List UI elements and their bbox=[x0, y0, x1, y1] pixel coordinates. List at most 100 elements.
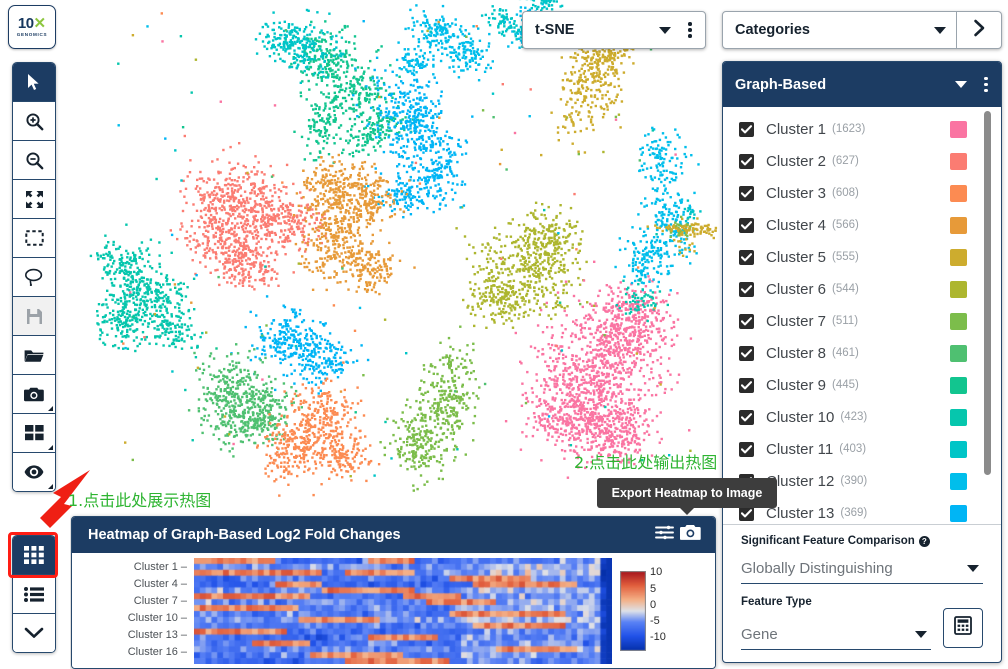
cluster-color-swatch[interactable] bbox=[950, 280, 967, 298]
cluster-list-item[interactable]: Cluster 7 (511) bbox=[723, 305, 1001, 337]
left-toolbar: 10✕ GENOMICS bbox=[0, 0, 70, 669]
significant-feature-comparison-select[interactable]: Globally Distinguishing bbox=[741, 553, 983, 584]
cluster-name: Cluster 7 bbox=[766, 312, 827, 330]
fit-screen-tool-button[interactable] bbox=[13, 180, 55, 219]
cluster-name: Cluster 13 bbox=[766, 504, 835, 522]
cluster-list-item[interactable]: Cluster 9 (445) bbox=[723, 369, 1001, 401]
cluster-color-swatch[interactable] bbox=[950, 248, 967, 266]
cluster-list-item[interactable]: Cluster 1 (1623) bbox=[723, 113, 1001, 145]
help-icon[interactable]: ? bbox=[918, 535, 930, 547]
expand-arrows-icon bbox=[25, 190, 44, 209]
grid-view-tool-button[interactable] bbox=[13, 536, 55, 575]
save-tool-button[interactable] bbox=[13, 297, 55, 336]
cluster-color-swatch[interactable] bbox=[950, 504, 967, 522]
chevron-down-icon[interactable] bbox=[659, 26, 671, 34]
cluster-color-swatch[interactable] bbox=[950, 376, 967, 394]
cluster-list[interactable]: Cluster 1 (1623) Cluster 2 (627) Cluster 3 (6… bbox=[723, 107, 1001, 524]
cluster-name: Cluster 5 bbox=[766, 248, 827, 266]
cluster-color-swatch[interactable] bbox=[950, 184, 967, 202]
cluster-color-swatch[interactable] bbox=[950, 312, 967, 330]
cluster-list-item[interactable]: Cluster 5 (555) bbox=[723, 241, 1001, 273]
cluster-checkbox[interactable] bbox=[739, 377, 754, 393]
heatmap-canvas[interactable] bbox=[194, 558, 612, 664]
cluster-checkbox[interactable] bbox=[739, 249, 754, 265]
list-view-tool-button[interactable] bbox=[13, 575, 55, 614]
projection-select[interactable]: t-SNE bbox=[522, 11, 706, 49]
cluster-list-item[interactable]: Cluster 2 (627) bbox=[723, 145, 1001, 177]
cluster-list-item[interactable]: Cluster 6 (544) bbox=[723, 273, 1001, 305]
zoom-in-tool-button[interactable] bbox=[13, 102, 55, 141]
cluster-panel-menu-button[interactable] bbox=[977, 76, 995, 93]
cluster-checkbox[interactable] bbox=[739, 217, 754, 233]
heatmap-body[interactable]: Cluster 1 – Cluster 4 – Cluster 7 – Cluster… bbox=[72, 553, 715, 668]
box-select-tool-button[interactable] bbox=[13, 219, 55, 258]
heatmap-settings-button[interactable] bbox=[651, 524, 677, 546]
cluster-count: (423) bbox=[840, 411, 868, 423]
cluster-checkbox[interactable] bbox=[739, 441, 754, 457]
cluster-color-swatch[interactable] bbox=[950, 472, 967, 490]
significant-feature-comparison-label: Significant Feature Comparison ? bbox=[741, 535, 983, 547]
cluster-color-swatch[interactable] bbox=[950, 344, 967, 362]
cluster-panel-header[interactable]: Graph-Based bbox=[723, 62, 1001, 107]
chevron-down-icon[interactable] bbox=[955, 81, 967, 88]
heatmap-colorbar bbox=[620, 571, 646, 651]
export-heatmap-button[interactable] bbox=[677, 524, 703, 546]
cluster-list-item[interactable]: Cluster 4 (566) bbox=[723, 209, 1001, 241]
cluster-name: Cluster 11 bbox=[766, 440, 834, 458]
cluster-count: (511) bbox=[832, 315, 859, 327]
projection-menu-button[interactable] bbox=[681, 22, 699, 38]
cluster-count: (608) bbox=[832, 187, 859, 199]
colorbar-tick: 10 bbox=[650, 566, 663, 578]
cluster-checkbox[interactable] bbox=[739, 153, 754, 169]
cluster-checkbox[interactable] bbox=[739, 185, 754, 201]
chevron-down-icon[interactable] bbox=[934, 26, 946, 34]
cluster-checkbox[interactable] bbox=[739, 409, 754, 425]
cluster-checkbox[interactable] bbox=[739, 281, 754, 297]
cluster-panel: Graph-Based Cluster 1 (1623) Cluster 2 (627… bbox=[722, 61, 1002, 663]
cluster-checkbox[interactable] bbox=[739, 121, 754, 137]
secondary-tool-group bbox=[12, 535, 56, 653]
cluster-list-item[interactable]: Cluster 8 (461) bbox=[723, 337, 1001, 369]
cluster-list-scrollbar[interactable] bbox=[984, 111, 991, 475]
cluster-list-item[interactable]: Cluster 3 (608) bbox=[723, 177, 1001, 209]
expand-panel-button[interactable] bbox=[957, 12, 1001, 48]
cluster-list-item[interactable]: Cluster 10 (423) bbox=[723, 401, 1001, 433]
open-folder-tool-button[interactable] bbox=[13, 336, 55, 375]
collapse-tool-button[interactable] bbox=[13, 614, 55, 652]
cluster-color-swatch[interactable] bbox=[950, 408, 967, 426]
cluster-count: (555) bbox=[832, 251, 859, 263]
categories-select[interactable]: Categories bbox=[722, 11, 1002, 49]
camera-tool-button[interactable] bbox=[13, 375, 55, 414]
zoom-out-tool-button[interactable] bbox=[13, 141, 55, 180]
window-layout-icon bbox=[24, 425, 44, 441]
cluster-checkbox[interactable] bbox=[739, 313, 754, 329]
cluster-list-item[interactable]: Cluster 11 (403) bbox=[723, 433, 1001, 465]
save-disk-icon bbox=[26, 308, 43, 325]
colorbar-tick: -10 bbox=[650, 631, 666, 643]
layout-tool-button[interactable] bbox=[13, 414, 55, 453]
compute-button[interactable] bbox=[943, 608, 983, 648]
cluster-color-swatch[interactable] bbox=[950, 120, 967, 138]
export-heatmap-tooltip: Export Heatmap to Image bbox=[597, 478, 777, 515]
cluster-name: Cluster 8 bbox=[766, 344, 827, 362]
grid-icon bbox=[24, 546, 44, 564]
cluster-color-swatch[interactable] bbox=[950, 216, 967, 234]
pointer-tool-button[interactable] bbox=[13, 63, 55, 102]
cluster-color-swatch[interactable] bbox=[950, 152, 967, 170]
cluster-color-swatch[interactable] bbox=[950, 440, 967, 458]
cluster-checkbox[interactable] bbox=[739, 345, 754, 361]
cluster-name: Cluster 10 bbox=[766, 408, 835, 426]
list-icon bbox=[24, 586, 44, 602]
calculator-icon bbox=[954, 616, 972, 640]
feature-type-select[interactable]: Gene bbox=[741, 619, 931, 650]
annotation-step-1: 1.点击此处展示热图 bbox=[68, 491, 212, 510]
cluster-name: Cluster 6 bbox=[766, 280, 827, 298]
cluster-count: (445) bbox=[832, 379, 859, 391]
label-text: Significant Feature Comparison bbox=[741, 535, 915, 547]
folder-icon bbox=[24, 348, 44, 363]
cluster-count: (627) bbox=[832, 155, 859, 167]
lasso-select-tool-button[interactable] bbox=[13, 258, 55, 297]
annotation-step-2: 2.点击此处输出热图 bbox=[574, 453, 718, 472]
feature-type-value: Gene bbox=[741, 625, 778, 643]
dashed-rectangle-icon bbox=[24, 230, 44, 246]
